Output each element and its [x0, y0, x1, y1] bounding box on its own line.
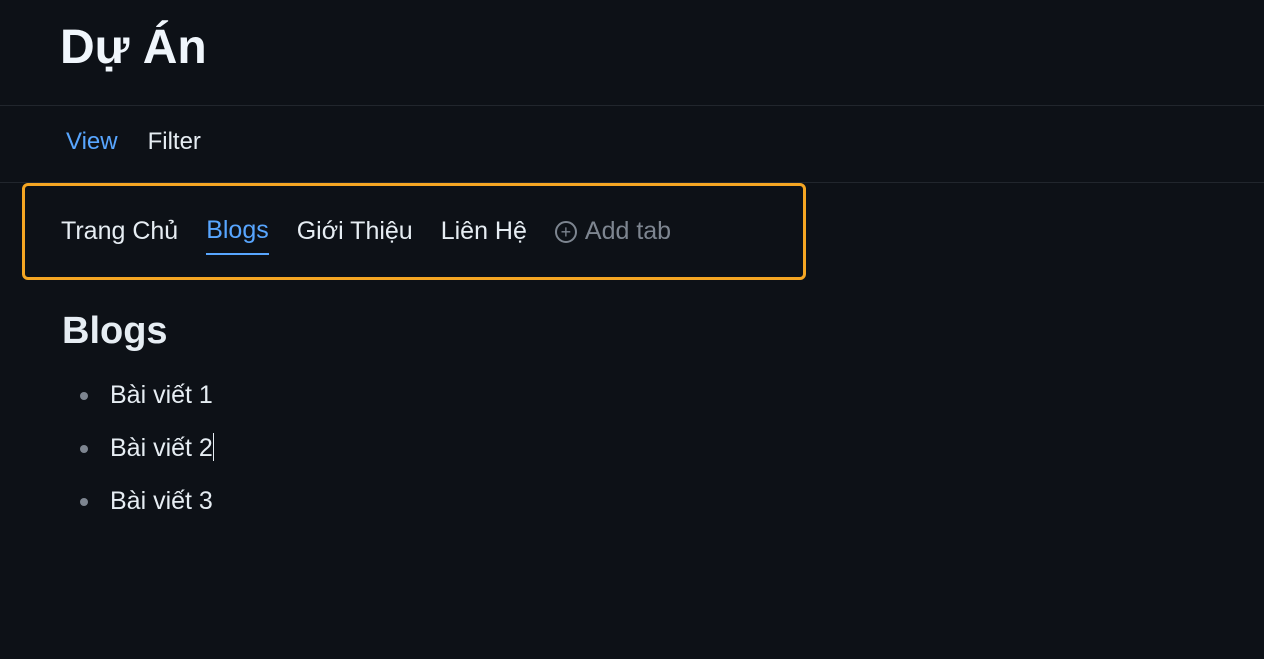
- view-filter-bar: View Filter: [0, 106, 1264, 182]
- list-item[interactable]: Bài viết 3: [80, 487, 1202, 516]
- header-section: Dự Án: [0, 0, 1264, 105]
- tab-blogs[interactable]: Blogs: [206, 216, 269, 255]
- add-tab-button[interactable]: + Add tab: [555, 217, 671, 254]
- text-cursor: [213, 433, 214, 461]
- tabs-highlight-box: Trang Chủ Blogs Giới Thiệu Liên Hệ + Add…: [22, 183, 806, 280]
- blog-list: Bài viết 1 Bài viết 2 Bài viết 3: [62, 381, 1202, 516]
- filter-link[interactable]: Filter: [148, 128, 201, 156]
- content-area: Trang Chủ Blogs Giới Thiệu Liên Hệ + Add…: [0, 183, 1264, 516]
- page-title: Dự Án: [60, 20, 1204, 75]
- bullet-icon: [80, 392, 88, 400]
- list-item[interactable]: Bài viết 1: [80, 381, 1202, 410]
- plus-circle-icon: +: [555, 221, 577, 243]
- tabs-row: Trang Chủ Blogs Giới Thiệu Liên Hệ + Add…: [61, 216, 767, 255]
- list-item-label: Bài viết 1: [110, 381, 213, 410]
- section-title: Blogs: [62, 310, 1202, 353]
- bullet-icon: [80, 445, 88, 453]
- add-tab-label: Add tab: [585, 217, 671, 246]
- list-item-label: Bài viết 2: [110, 434, 213, 462]
- tab-trang-chu[interactable]: Trang Chủ: [61, 217, 178, 254]
- list-item-label: Bài viết 3: [110, 487, 213, 516]
- view-link[interactable]: View: [66, 128, 118, 156]
- content-body: Blogs Bài viết 1 Bài viết 2 Bài viết 3: [22, 280, 1242, 516]
- tab-gioi-thieu[interactable]: Giới Thiệu: [297, 217, 413, 254]
- bullet-icon: [80, 498, 88, 506]
- list-item[interactable]: Bài viết 2: [80, 434, 1202, 463]
- tab-lien-he[interactable]: Liên Hệ: [441, 217, 527, 254]
